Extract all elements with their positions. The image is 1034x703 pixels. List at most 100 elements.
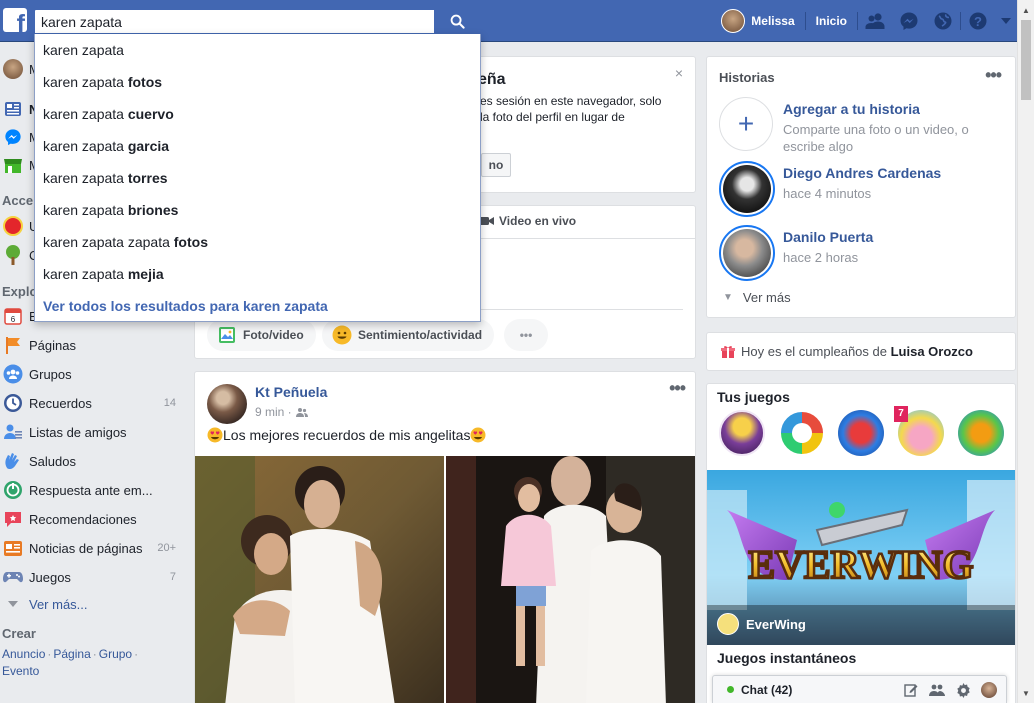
tip-button[interactable]: no	[481, 153, 511, 177]
scroll-down-arrow-icon[interactable]: ▼	[1018, 685, 1034, 701]
groups-icon	[3, 364, 23, 384]
everwing-icon	[717, 613, 739, 635]
sidebar-item-friend-lists[interactable]: Listas de amigos	[0, 420, 190, 444]
suggestion-item[interactable]: karen zapata mejia	[35, 258, 480, 290]
chat-bar[interactable]: Chat (42)	[712, 675, 1007, 703]
chat-settings-button[interactable]	[950, 680, 976, 700]
post-text-body: Los mejores recuerdos de mis angelitas	[223, 427, 471, 443]
suggestion-item[interactable]: karen zapata	[35, 34, 480, 66]
suggestion-item[interactable]: karen zapata cuervo	[35, 98, 480, 130]
post-photo-2[interactable]	[446, 456, 695, 703]
create-links: Anuncio · Página · Grupo · Evento	[2, 646, 162, 680]
smiley-icon	[332, 325, 352, 345]
messenger-button[interactable]	[892, 0, 926, 42]
create-page-link[interactable]: Página	[53, 647, 90, 661]
pages-feed-icon	[3, 538, 23, 558]
sidebar-item-pages-feed[interactable]: Noticias de páginas 20+	[0, 536, 190, 560]
sidebar-see-more[interactable]: Ver más...	[0, 592, 190, 616]
create-event-link[interactable]: Evento	[2, 664, 39, 678]
banner-game-name: EverWing	[717, 613, 806, 635]
photo-video-button[interactable]: Foto/video	[207, 319, 316, 351]
create-group-chat-button[interactable]	[924, 680, 950, 700]
svg-text:?: ?	[974, 14, 982, 29]
sidebar-item-crisis-response[interactable]: Respuesta ante em...	[0, 478, 190, 502]
chat-contact-avatar[interactable]	[976, 680, 1002, 700]
suggestion-text: karen zapata	[43, 138, 128, 154]
scroll-thumb[interactable]	[1021, 20, 1031, 100]
facebook-logo-icon[interactable]: f	[3, 8, 27, 32]
banner-title: EVERWING	[748, 542, 973, 587]
sidebar-item-label: Listas de amigos	[29, 424, 127, 440]
story-item[interactable]: Diego Andres Cardenas hace 4 minutos	[719, 161, 1009, 217]
sidebar-item-recommendations[interactable]: Recomendaciones	[0, 507, 190, 531]
post-photo-1[interactable]	[195, 456, 444, 703]
create-group-link[interactable]: Grupo	[99, 647, 132, 661]
account-menu-button[interactable]	[995, 0, 1017, 42]
create-ad-link[interactable]: Anuncio	[2, 647, 45, 661]
game-icon-fruits[interactable]	[958, 410, 1004, 456]
chat-actions	[898, 680, 1002, 700]
stories-see-more[interactable]: ▼ Ver más	[723, 290, 791, 305]
post-author[interactable]: Kt Peñuela	[255, 384, 327, 400]
avatar	[3, 59, 23, 79]
more-options-button[interactable]: •••	[504, 319, 548, 351]
birthday-card[interactable]: Hoy es el cumpleaños de Luisa Orozco	[706, 332, 1016, 371]
new-message-button[interactable]	[898, 680, 924, 700]
avatar[interactable]	[207, 384, 247, 424]
add-story-item[interactable]: + Agregar a tu historia Comparte una fot…	[719, 97, 1009, 154]
live-video-tab[interactable]: Video en vivo	[479, 214, 576, 228]
game-icon-dog[interactable]	[719, 410, 765, 456]
sidebar-item-groups[interactable]: Grupos	[0, 362, 190, 386]
suggestion-item[interactable]: karen zapata garcia	[35, 130, 480, 162]
stories-options-button[interactable]: •••	[985, 65, 1002, 86]
suggestion-bold: briones	[127, 202, 179, 218]
stories-title: Historias	[719, 70, 775, 85]
flag-icon	[3, 335, 23, 355]
sidebar-item-pokes[interactable]: Saludos	[0, 449, 190, 473]
uno-game-icon	[3, 216, 23, 236]
gift-icon	[721, 345, 735, 358]
sidebar-item-pages[interactable]: Páginas	[0, 333, 190, 357]
suggestion-item[interactable]: karen zapata fotos	[35, 66, 480, 98]
suggestion-bold: garcia	[127, 138, 170, 154]
sidebar-item-memories[interactable]: Recuerdos 14	[0, 391, 190, 415]
games-title: Tus juegos	[717, 389, 790, 405]
search-box	[34, 9, 480, 34]
feeling-activity-label: Sentimiento/actividad	[358, 328, 483, 342]
friends-audience-icon	[295, 408, 308, 417]
search-button[interactable]	[434, 9, 480, 34]
page-scrollbar[interactable]: ▲ ▼	[1017, 0, 1034, 703]
sidebar-item-label: Saludos	[29, 453, 76, 469]
help-button[interactable]: ?	[961, 0, 995, 42]
birthday-name[interactable]: Luisa Orozco	[891, 344, 973, 359]
separator: ·	[134, 647, 139, 661]
close-icon[interactable]: ×	[675, 65, 683, 81]
story-item[interactable]: Danilo Puerta hace 2 horas	[719, 225, 1009, 281]
suggestion-item[interactable]: karen zapata zapata fotos	[35, 226, 480, 258]
tip-text: es sesión en este navegador, solo la fot…	[480, 94, 662, 124]
game-icon-candy[interactable]	[838, 410, 884, 456]
post-time[interactable]: 9 min ·	[255, 405, 292, 419]
birthday-prefix: Hoy es el cumpleaños de	[741, 344, 887, 359]
see-all-results-link[interactable]: Ver todos los resultados para karen zapa…	[35, 290, 480, 322]
profile-link[interactable]: Melissa	[721, 9, 804, 33]
search-input[interactable]	[35, 10, 435, 33]
suggestion-item[interactable]: karen zapata briones	[35, 194, 480, 226]
notifications-button[interactable]	[926, 0, 960, 42]
post-text: Los mejores recuerdos de mis angelitas	[207, 427, 486, 443]
game-icon-pop[interactable]: 7	[894, 406, 944, 456]
heart-eyes-emoji-icon	[207, 427, 223, 443]
game-icon-wheel[interactable]	[779, 410, 825, 456]
suggestion-item[interactable]: karen zapata torres	[35, 162, 480, 194]
scroll-up-arrow-icon[interactable]: ▲	[1018, 2, 1034, 18]
sidebar-item-games[interactable]: Juegos 7	[0, 565, 190, 589]
instant-games-title: Juegos instantáneos	[717, 650, 857, 666]
search-icon	[450, 14, 465, 29]
friend-requests-button[interactable]	[858, 0, 892, 42]
home-link[interactable]: Inicio	[806, 14, 857, 28]
post-options-button[interactable]: •••	[669, 378, 686, 399]
everwing-banner[interactable]: EVERWING EverWing	[707, 470, 1015, 645]
photo-icon	[217, 325, 237, 345]
feeling-activity-button[interactable]: Sentimiento/actividad	[322, 319, 495, 351]
story-ring	[719, 161, 775, 217]
